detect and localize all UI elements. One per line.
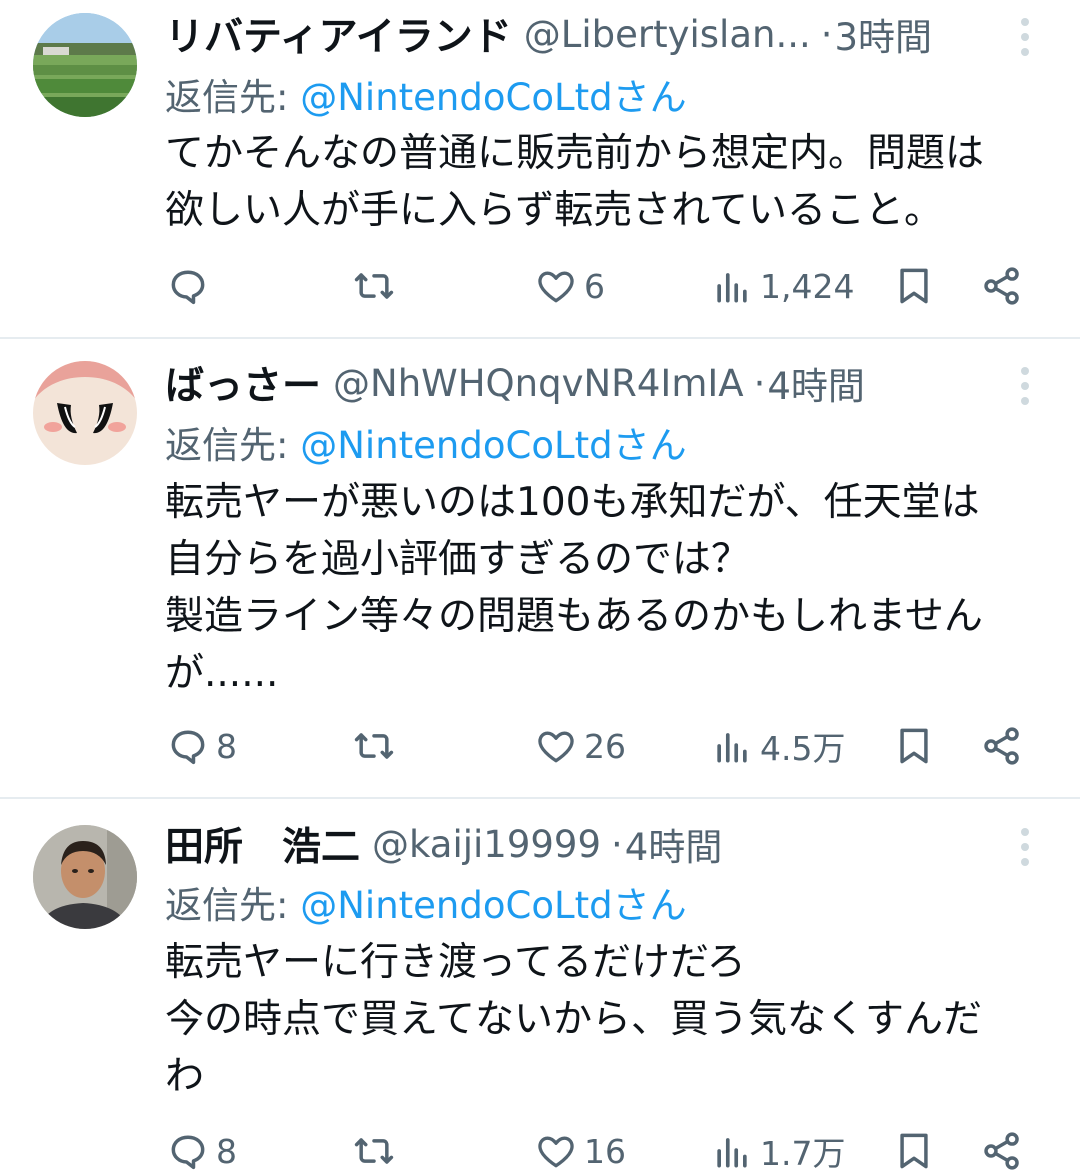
separator-dot: ·: [820, 12, 833, 56]
reply-to-mention[interactable]: @NintendoCoLtdさん: [300, 76, 686, 119]
separator-dot: ·: [753, 361, 766, 405]
bookmark-icon: [900, 1133, 928, 1169]
views-icon: [717, 273, 747, 303]
more-icon[interactable]: [1010, 14, 1040, 60]
reply-to-line: 返信先: @NintendoCoLtdさん: [165, 415, 687, 469]
timestamp[interactable]: 4時間: [767, 357, 865, 409]
tweet-text: てかそんなの普通に販売前から想定内。問題は 欲しい人が手に入らず転売されているこ…: [165, 125, 1050, 239]
like-count: 16: [584, 1131, 626, 1171]
display-name[interactable]: ばっさー: [165, 357, 321, 409]
reply-button[interactable]: [166, 256, 216, 316]
retweet-icon: [354, 733, 394, 759]
reply-to-line: 返信先: @NintendoCoLtdさん: [165, 875, 687, 929]
timestamp[interactable]: 4時間: [625, 818, 723, 870]
like-count: 26: [584, 726, 626, 766]
bookmark-button[interactable]: [892, 1121, 936, 1176]
bookmark-icon: [900, 268, 928, 304]
tweet-text-line: 自分らを過小評価すぎるのでは？: [165, 537, 751, 582]
views-icon: [717, 733, 747, 763]
like-button[interactable]: 26: [534, 716, 626, 776]
share-button[interactable]: [980, 716, 1024, 776]
retweet-button[interactable]: [352, 256, 402, 316]
reply-icon: [171, 1135, 205, 1170]
reply-button[interactable]: 8: [166, 716, 237, 776]
reply-count: 8: [216, 726, 237, 766]
reply-to-label: 返信先:: [165, 424, 301, 467]
views-count: 1.7万: [760, 1134, 846, 1173]
display-name[interactable]: 田所 浩二: [165, 818, 360, 870]
heart-icon: [538, 271, 574, 303]
tweet-text-line: 製造ライン等々の問題もあるのかもしれません: [165, 594, 983, 639]
avatar[interactable]: [33, 13, 137, 117]
heart-icon: [538, 731, 574, 763]
retweet-button[interactable]: [352, 716, 402, 776]
like-count: 6: [584, 266, 605, 306]
tweet-text-line: 転売ヤーが悪いのは100も承知だが、任天堂は: [165, 480, 980, 525]
more-icon[interactable]: [1010, 824, 1040, 870]
tweet-text: 転売ヤーに行き渡ってるだけだろ 今の時点で買えてないから、買う気なくすんだ わ: [165, 934, 1050, 1105]
tweet-text-line: 欲しい人が手に入らず転売されていること。: [165, 188, 944, 233]
reply-icon: [171, 730, 205, 765]
tweet-text-line: わ: [165, 1054, 205, 1099]
tweet-text-line: てかそんなの普通に販売前から想定内。問題は: [165, 131, 985, 176]
bookmark-button[interactable]: [892, 716, 936, 776]
share-icon: [984, 727, 1019, 765]
like-button[interactable]: 6: [534, 256, 605, 316]
display-name[interactable]: リバティアイランド: [165, 8, 512, 60]
tweet-text-line: 今の時点で買えてないから、買う気なくすんだ: [165, 997, 983, 1042]
avatar[interactable]: [33, 361, 137, 465]
reply-button[interactable]: 8: [166, 1121, 237, 1176]
separator-dot: ·: [611, 822, 623, 866]
share-button[interactable]: [980, 1121, 1024, 1176]
retweet-button[interactable]: [352, 1121, 402, 1176]
reply-to-line: 返信先: @NintendoCoLtdさん: [165, 67, 687, 121]
user-handle[interactable]: @NhWHQnqvNR4ImIA: [333, 362, 744, 405]
user-handle[interactable]: @kaiji19999: [372, 823, 601, 866]
share-icon: [984, 267, 1019, 305]
more-icon[interactable]: [1010, 363, 1040, 409]
heart-icon: [538, 1136, 574, 1168]
reply-to-mention[interactable]: @NintendoCoLtdさん: [300, 884, 686, 927]
views-count: 1,424: [760, 266, 855, 306]
tweet[interactable]: リバティアイランド @Libertyislan... · 3時間 返信先: @N…: [0, 0, 1080, 338]
reply-to-label: 返信先:: [165, 884, 301, 927]
bookmark-icon: [900, 728, 928, 764]
retweet-icon: [354, 273, 394, 299]
views-icon: [717, 1138, 747, 1168]
bookmark-button[interactable]: [892, 256, 936, 316]
action-bar: 8 16 1.7万: [0, 1121, 1080, 1176]
action-bar: 6 1,424: [0, 256, 1080, 316]
share-button[interactable]: [980, 256, 1024, 316]
reply-icon: [171, 270, 205, 305]
tweet-text-line: が......: [165, 651, 279, 696]
share-icon: [984, 1132, 1019, 1170]
reply-count: 8: [216, 1131, 237, 1171]
tweet[interactable]: 田所 浩二 @kaiji19999 · 4時間 返信先: @NintendoCo…: [0, 799, 1080, 1176]
action-bar: 8 26 4.5万: [0, 716, 1080, 776]
tweet[interactable]: ばっさー @NhWHQnqvNR4ImIA · 4時間 返信先: @Ninten…: [0, 339, 1080, 798]
views-button[interactable]: 1.7万: [710, 1121, 845, 1176]
views-button[interactable]: 4.5万: [710, 716, 845, 776]
like-button[interactable]: 16: [534, 1121, 626, 1176]
timestamp[interactable]: 3時間: [835, 8, 933, 60]
reply-to-mention[interactable]: @NintendoCoLtdさん: [300, 424, 686, 467]
tweet-text: 転売ヤーが悪いのは100も承知だが、任天堂は 自分らを過小評価すぎるのでは？ 製…: [165, 474, 1050, 702]
reply-to-label: 返信先:: [165, 76, 301, 119]
retweet-icon: [354, 1138, 394, 1164]
avatar[interactable]: [33, 825, 137, 929]
views-button[interactable]: 1,424: [710, 256, 854, 316]
user-handle[interactable]: @Libertyislan...: [524, 13, 811, 56]
tweet-text-line: 転売ヤーに行き渡ってるだけだろ: [165, 940, 746, 985]
views-count: 4.5万: [760, 729, 846, 768]
